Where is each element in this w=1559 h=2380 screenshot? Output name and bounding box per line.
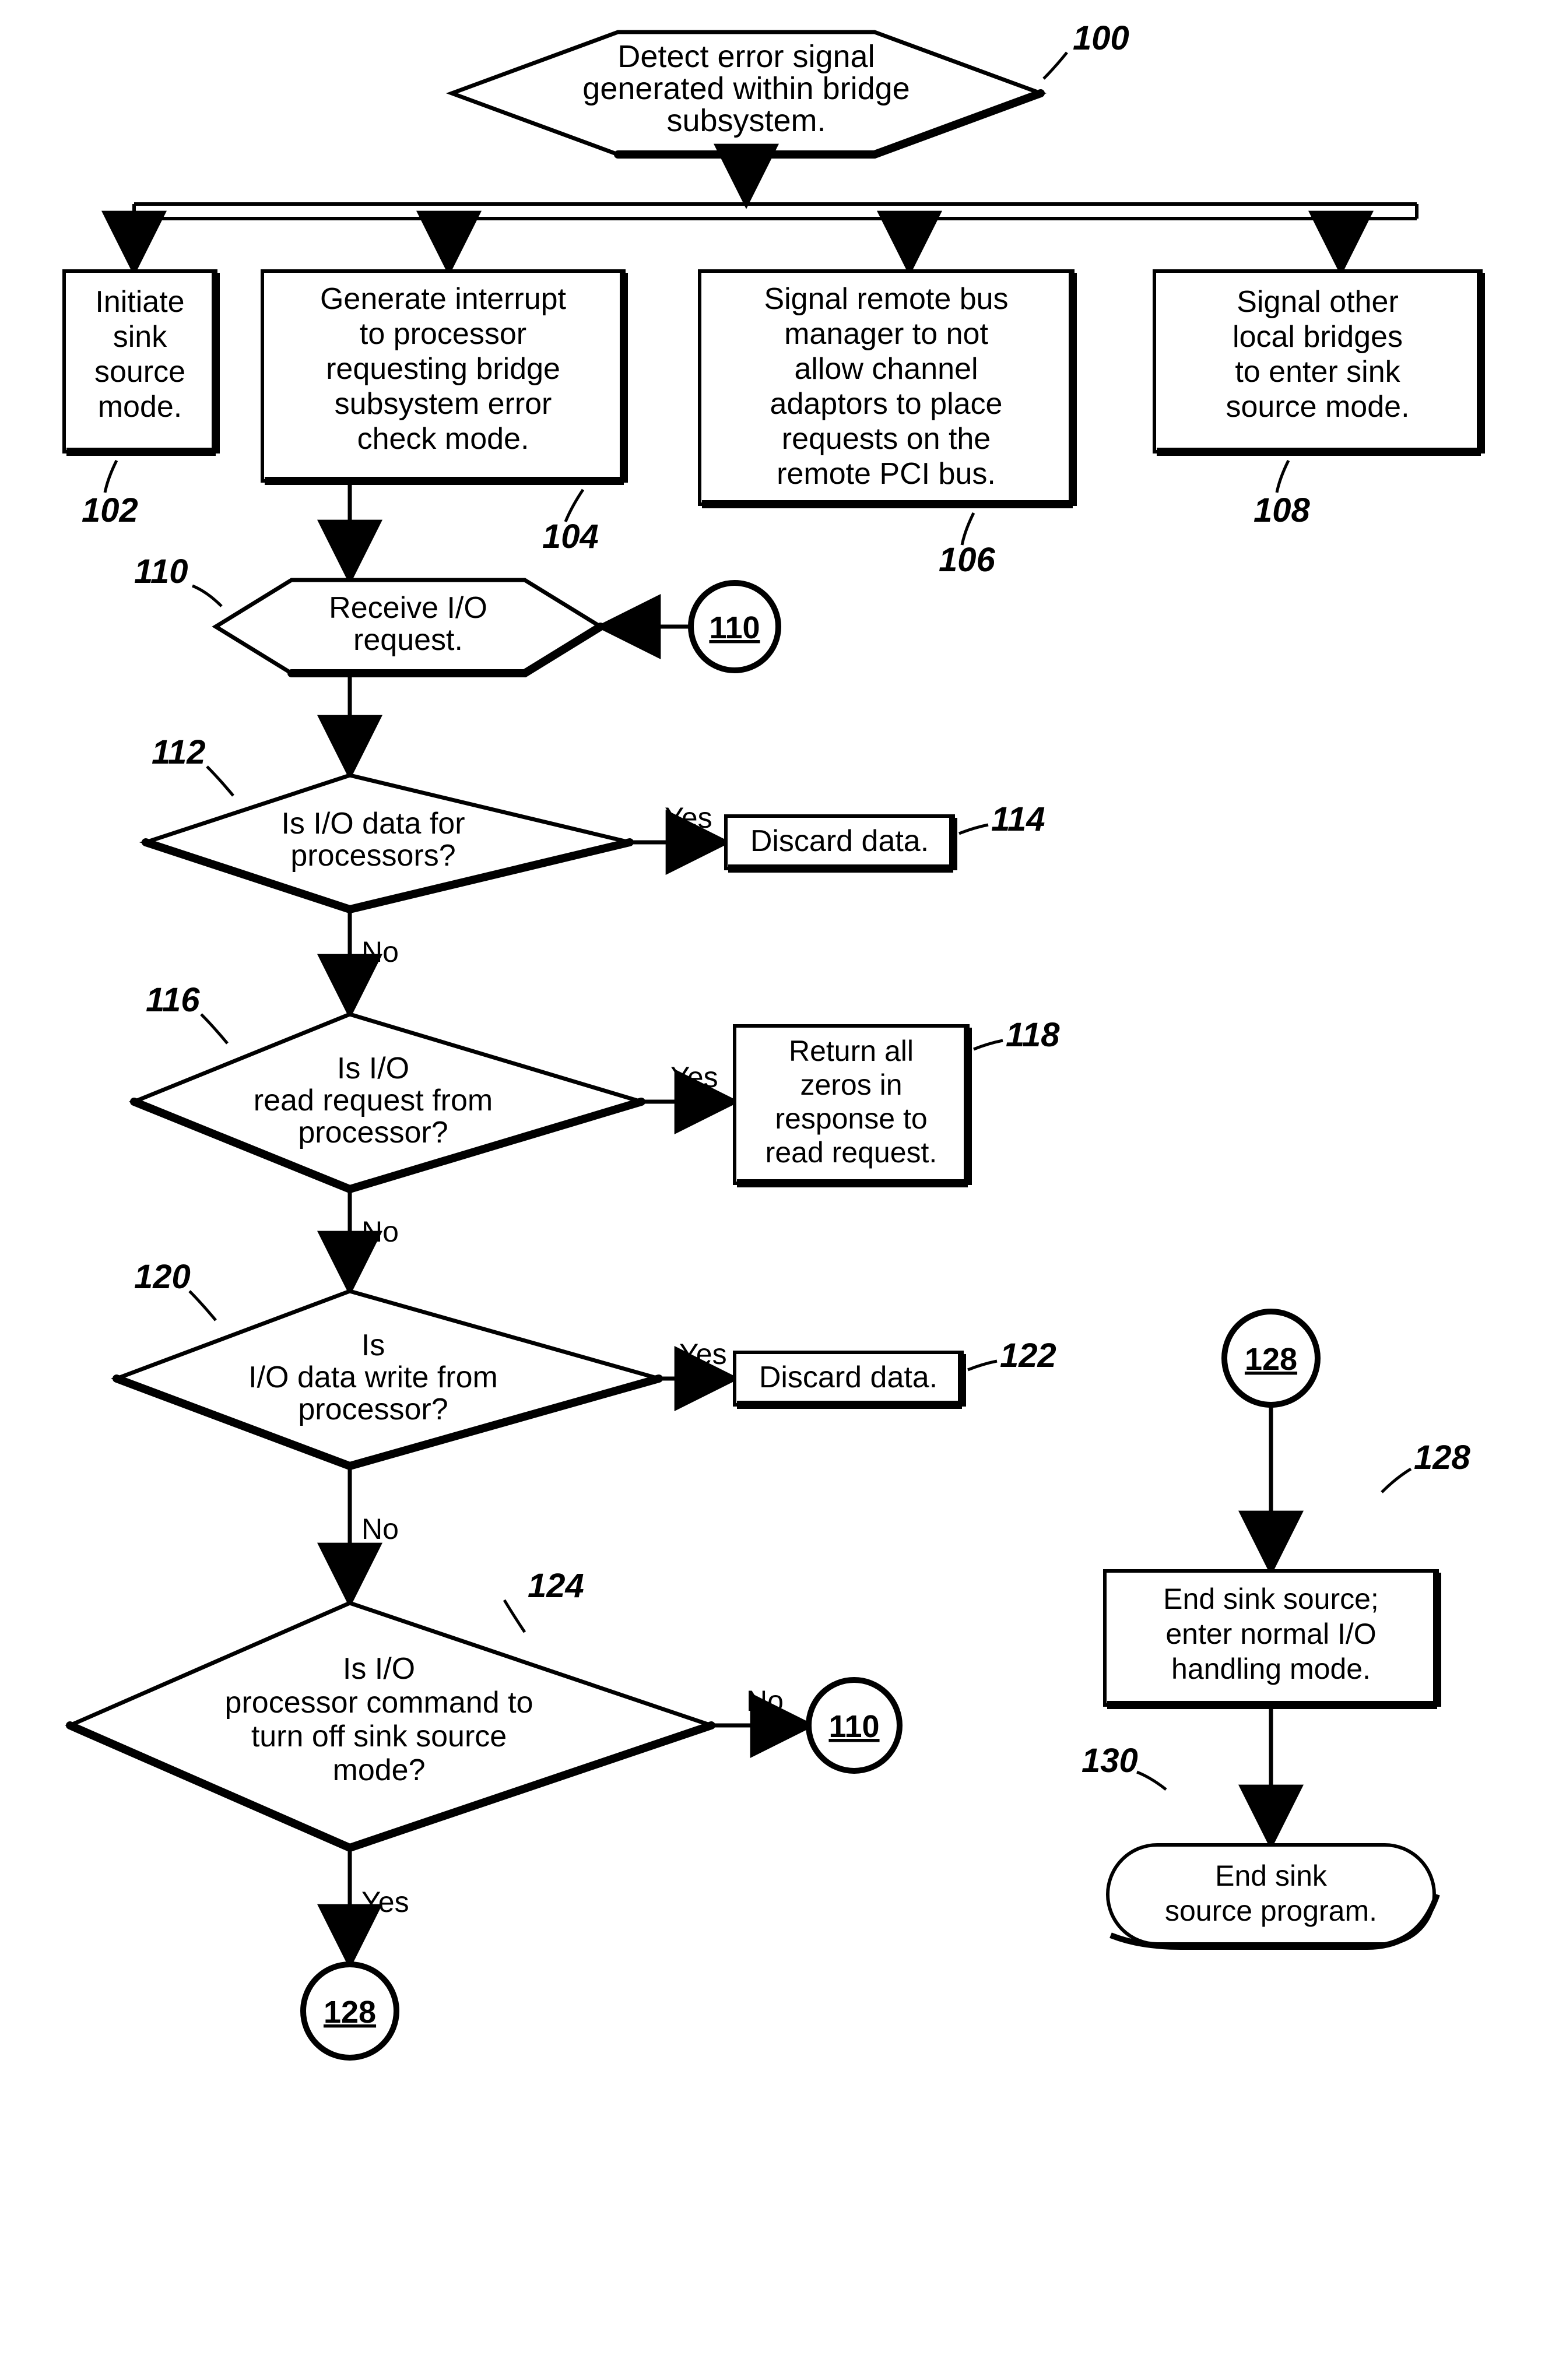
svg-text:110: 110 xyxy=(828,1709,879,1744)
ref-118: 118 xyxy=(1006,1016,1060,1054)
node-initiate-sink-source: Initiate sink source mode. xyxy=(64,271,216,453)
node-discard-data-114: Discard data. xyxy=(726,816,953,870)
svg-text:End sink: End sink xyxy=(1215,1859,1328,1892)
ref-106: 106 xyxy=(939,541,996,579)
svg-text:Discard data.: Discard data. xyxy=(750,824,929,858)
ref-122: 122 xyxy=(1000,1337,1056,1374)
node-end-sink-source-enter-normal: End sink source; enter normal I/O handli… xyxy=(1105,1571,1437,1707)
connector-128-out: 128 xyxy=(303,1964,396,2058)
svg-text:110: 110 xyxy=(709,610,760,645)
svg-text:source mode.: source mode. xyxy=(1226,390,1409,424)
svg-text:source: source xyxy=(94,355,185,389)
svg-text:Return all: Return all xyxy=(789,1035,914,1067)
node-discard-data-122: Discard data. xyxy=(735,1352,962,1407)
yes-120: Yes xyxy=(679,1338,727,1370)
svg-text:remote PCI bus.: remote PCI bus. xyxy=(777,457,996,491)
svg-text:Discard data.: Discard data. xyxy=(759,1360,937,1394)
svg-text:processors?: processors? xyxy=(290,839,455,873)
svg-text:manager to not: manager to not xyxy=(784,317,988,351)
svg-text:adaptors to place: adaptors to place xyxy=(770,387,1003,421)
svg-text:processor command to: processor command to xyxy=(225,1686,533,1720)
svg-text:Is: Is xyxy=(361,1328,385,1362)
svg-text:Is I/O data for: Is I/O data for xyxy=(281,807,465,841)
svg-text:source program.: source program. xyxy=(1165,1894,1377,1927)
no-124: No xyxy=(746,1685,784,1717)
flowchart: Detect error signal generated within bri… xyxy=(0,0,1559,2380)
node-is-io-read-request: Is I/O read request from processor? xyxy=(134,1014,641,1189)
svg-text:Is I/O: Is I/O xyxy=(337,1052,409,1085)
svg-text:requests on the: requests on the xyxy=(782,422,991,456)
svg-text:subsystem error: subsystem error xyxy=(335,387,552,421)
n100-l1: generated within bridge xyxy=(582,71,910,106)
svg-text:turn off sink source: turn off sink source xyxy=(251,1720,507,1753)
svg-text:mode?: mode? xyxy=(333,1753,426,1787)
svg-text:Initiate: Initiate xyxy=(95,285,184,319)
svg-text:response to: response to xyxy=(775,1102,927,1135)
node-receive-io-request: Receive I/O request. xyxy=(216,580,601,673)
node-signal-remote-bus-manager: Signal remote bus manager to not allow c… xyxy=(700,271,1073,506)
ref-104: 104 xyxy=(542,518,599,556)
node-return-all-zeros: Return all zeros in response to read req… xyxy=(735,1026,968,1185)
connector-110-out: 110 xyxy=(809,1680,900,1771)
svg-text:local bridges: local bridges xyxy=(1233,320,1403,354)
ref-108: 108 xyxy=(1253,491,1311,529)
svg-text:to enter sink: to enter sink xyxy=(1235,355,1400,389)
svg-text:processor?: processor? xyxy=(298,1393,448,1426)
node-signal-other-bridges: Signal other local bridges to enter sink… xyxy=(1154,271,1481,453)
svg-text:Is I/O: Is I/O xyxy=(343,1652,415,1686)
svg-text:mode.: mode. xyxy=(98,390,182,424)
ref-112: 112 xyxy=(152,733,205,771)
node-detect-error: Detect error signal generated within bri… xyxy=(449,32,1044,154)
ref-120: 120 xyxy=(134,1258,191,1296)
svg-text:requesting bridge: requesting bridge xyxy=(326,352,560,386)
svg-text:sink: sink xyxy=(113,320,167,354)
ref-110: 110 xyxy=(134,553,188,590)
svg-text:I/O data write from: I/O data write from xyxy=(248,1360,498,1394)
no-116: No xyxy=(361,1215,399,1248)
node-is-io-data-for-processors: Is I/O data for processors? xyxy=(146,775,630,909)
svg-text:check mode.: check mode. xyxy=(357,422,529,456)
yes-116: Yes xyxy=(670,1061,718,1094)
svg-text:handling mode.: handling mode. xyxy=(1171,1653,1371,1685)
yes-124: Yes xyxy=(361,1886,409,1918)
svg-text:read request.: read request. xyxy=(766,1136,937,1169)
no-112: No xyxy=(361,936,399,968)
svg-text:Receive I/O: Receive I/O xyxy=(329,591,487,625)
node-is-io-cmd-turnoff-sinksource: Is I/O processor command to turn off sin… xyxy=(70,1603,711,1848)
svg-text:processor?: processor? xyxy=(298,1116,448,1149)
yes-112: Yes xyxy=(665,801,712,834)
n100-l2: subsystem. xyxy=(666,103,826,138)
ref-130: 130 xyxy=(1082,1742,1138,1780)
ref-100: 100 xyxy=(1073,19,1129,57)
node-is-io-data-write: Is I/O data write from processor? xyxy=(117,1291,659,1466)
ref-102: 102 xyxy=(82,491,138,529)
svg-text:request.: request. xyxy=(353,623,463,657)
node-generate-interrupt: Generate interrupt to processor requesti… xyxy=(262,271,624,483)
node-end-sink-source-program: End sink source program. xyxy=(1108,1845,1437,1947)
no-120: No xyxy=(361,1513,399,1545)
ref-124: 124 xyxy=(528,1567,584,1605)
connector-110-in: 110 xyxy=(691,583,778,670)
svg-text:128: 128 xyxy=(1245,1342,1297,1377)
ref-114: 114 xyxy=(991,800,1045,838)
svg-text:Generate interrupt: Generate interrupt xyxy=(320,282,567,316)
svg-text:Signal remote bus: Signal remote bus xyxy=(764,282,1008,316)
ref-116: 116 xyxy=(146,981,200,1019)
svg-text:to processor: to processor xyxy=(360,317,526,351)
svg-text:End sink source;: End sink source; xyxy=(1163,1583,1379,1615)
svg-text:zeros in: zeros in xyxy=(800,1068,902,1101)
svg-text:enter normal I/O: enter normal I/O xyxy=(1165,1618,1376,1650)
connector-128-in: 128 xyxy=(1224,1312,1318,1405)
svg-text:128: 128 xyxy=(324,1995,376,2030)
n100-l0: Detect error signal xyxy=(617,39,875,74)
svg-text:Signal other: Signal other xyxy=(1237,285,1399,319)
ref-128a: 128 xyxy=(1414,1439,1471,1476)
svg-text:allow channel: allow channel xyxy=(794,352,978,386)
svg-text:read request from: read request from xyxy=(254,1084,493,1117)
